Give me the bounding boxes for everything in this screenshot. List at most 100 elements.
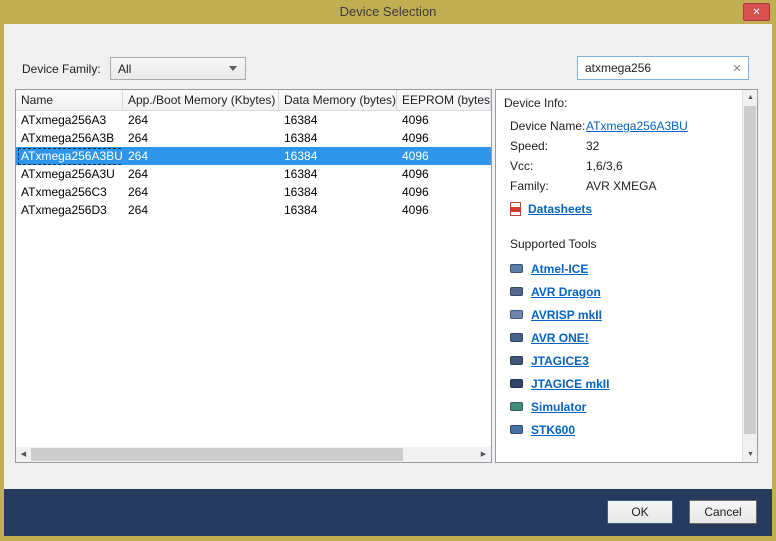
info-field-label: Vcc: — [510, 159, 586, 173]
close-button[interactable]: ✕ — [743, 3, 770, 21]
scroll-left-icon[interactable]: ◀ — [16, 447, 31, 462]
datasheets-row: Datasheets — [510, 202, 592, 216]
table-cell: ATxmega256A3 — [16, 111, 123, 129]
atmel-ice-icon — [510, 264, 523, 273]
tool-link[interactable]: AVR Dragon — [531, 285, 601, 299]
cancel-button[interactable]: Cancel — [689, 500, 757, 524]
avrisp-mkii-icon — [510, 310, 523, 319]
tool-item: Atmel-ICE — [510, 257, 609, 280]
supported-tools-list: Atmel-ICE AVR Dragon AVRISP mkII AVR ONE! JT… — [510, 257, 609, 441]
tool-link[interactable]: JTAGICE3 — [531, 354, 589, 368]
table-row[interactable]: ATxmega256A3BU264163844096 — [16, 147, 491, 165]
tool-link[interactable]: STK600 — [531, 423, 575, 437]
info-field-value: 1,6/3,6 — [586, 159, 623, 173]
table-cell: 264 — [123, 165, 279, 183]
table-cell: 4096 — [397, 111, 491, 129]
table-cell: 4096 — [397, 165, 491, 183]
datasheets-link[interactable]: Datasheets — [528, 202, 592, 216]
supported-tools-title: Supported Tools — [510, 237, 597, 251]
column-header[interactable]: Data Memory (bytes) — [279, 90, 397, 110]
tool-link[interactable]: JTAGICE mkII — [531, 377, 609, 391]
table-cell: 16384 — [279, 129, 397, 147]
table-header: NameApp./Boot Memory (Kbytes)Data Memory… — [16, 90, 491, 111]
table-cell: 4096 — [397, 201, 491, 219]
info-field-label: Device Name: — [510, 119, 586, 133]
simulator-icon — [510, 402, 523, 411]
scroll-right-icon[interactable]: ▶ — [476, 447, 491, 462]
scroll-down-icon[interactable]: ▼ — [743, 447, 758, 462]
table-cell: 16384 — [279, 183, 397, 201]
device-selection-dialog: Device Selection ✕ Device Family: All ✕ … — [0, 0, 776, 541]
tool-item: STK600 — [510, 418, 609, 441]
focused-cell-text: ATxmega256A3BU — [18, 148, 123, 165]
table-cell: 264 — [123, 183, 279, 201]
table-cell: ATxmega256A3U — [16, 165, 123, 183]
close-icon: ✕ — [752, 7, 760, 18]
column-header[interactable]: EEPROM (bytes) — [397, 90, 491, 110]
table-cell: ATxmega256A3B — [16, 129, 123, 147]
table-cell: 4096 — [397, 183, 491, 201]
table-cell: 264 — [123, 147, 279, 165]
column-header[interactable]: Name — [16, 90, 123, 110]
table-cell: ATxmega256D3 — [16, 201, 123, 219]
table-row[interactable]: ATxmega256A3264163844096 — [16, 111, 491, 129]
search-box: ✕ — [577, 56, 749, 80]
table-row[interactable]: ATxmega256D3264163844096 — [16, 201, 491, 219]
tool-item: JTAGICE3 — [510, 349, 609, 372]
tool-link[interactable]: AVR ONE! — [531, 331, 589, 345]
device-info-title: Device Info: — [504, 96, 567, 110]
device-family-value: All — [118, 62, 131, 76]
window-title: Device Selection — [0, 0, 776, 24]
table-cell: ATxmega256C3 — [16, 183, 123, 201]
device-info-panel: Device Info: Device Name:ATxmega256A3BUS… — [495, 89, 758, 463]
tool-link[interactable]: Atmel-ICE — [531, 262, 588, 276]
tool-item: JTAGICE mkII — [510, 372, 609, 395]
device-table: NameApp./Boot Memory (Kbytes)Data Memory… — [15, 89, 492, 463]
titlebar[interactable]: Device Selection ✕ — [0, 0, 776, 24]
table-cell: 264 — [123, 111, 279, 129]
scroll-up-icon[interactable]: ▲ — [743, 90, 758, 105]
info-field: Vcc:1,6/3,6 — [510, 156, 733, 176]
vertical-scrollbar[interactable]: ▲ ▼ — [742, 90, 757, 462]
device-info-fields: Device Name:ATxmega256A3BUSpeed:32Vcc:1,… — [510, 116, 733, 196]
table-row[interactable]: ATxmega256C3264163844096 — [16, 183, 491, 201]
info-field-label: Family: — [510, 179, 586, 193]
table-cell: ATxmega256A3BU — [16, 147, 123, 165]
horizontal-scroll-thumb[interactable] — [31, 448, 403, 461]
jtagice3-icon — [510, 356, 523, 365]
table-cell: 4096 — [397, 129, 491, 147]
vertical-scroll-thumb[interactable] — [744, 106, 756, 434]
table-cell: 16384 — [279, 111, 397, 129]
clear-search-icon[interactable]: ✕ — [726, 62, 748, 75]
table-row[interactable]: ATxmega256A3B264163844096 — [16, 129, 491, 147]
tool-item: Simulator — [510, 395, 609, 418]
ok-button[interactable]: OK — [607, 500, 673, 524]
device-family-dropdown[interactable]: All — [110, 57, 246, 80]
device-name-link[interactable]: ATxmega256A3BU — [586, 119, 688, 133]
search-input[interactable] — [578, 61, 726, 75]
device-family-label: Device Family: — [22, 62, 101, 76]
jtagice-mkii-icon — [510, 379, 523, 388]
tool-link[interactable]: AVRISP mkII — [531, 308, 602, 322]
tool-item: AVR Dragon — [510, 280, 609, 303]
table-cell: 16384 — [279, 165, 397, 183]
horizontal-scrollbar[interactable]: ◀ ▶ — [16, 447, 491, 462]
info-field-value: AVR XMEGA — [586, 179, 656, 193]
tool-link[interactable]: Simulator — [531, 400, 586, 414]
table-row[interactable]: ATxmega256A3U264163844096 — [16, 165, 491, 183]
info-field-value: 32 — [586, 139, 599, 153]
avr-dragon-icon — [510, 287, 523, 296]
table-cell: 4096 — [397, 147, 491, 165]
dialog-footer: OK Cancel — [4, 489, 772, 536]
column-header[interactable]: App./Boot Memory (Kbytes) — [123, 90, 279, 110]
tool-item: AVR ONE! — [510, 326, 609, 349]
info-field: Device Name:ATxmega256A3BU — [510, 116, 733, 136]
tool-item: AVRISP mkII — [510, 303, 609, 326]
table-body: ATxmega256A3264163844096ATxmega256A3B264… — [16, 111, 491, 219]
info-field: Speed:32 — [510, 136, 733, 156]
table-cell: 16384 — [279, 147, 397, 165]
info-field-label: Speed: — [510, 139, 586, 153]
chevron-down-icon — [229, 66, 237, 71]
stk600-icon — [510, 425, 523, 434]
table-cell: 264 — [123, 129, 279, 147]
